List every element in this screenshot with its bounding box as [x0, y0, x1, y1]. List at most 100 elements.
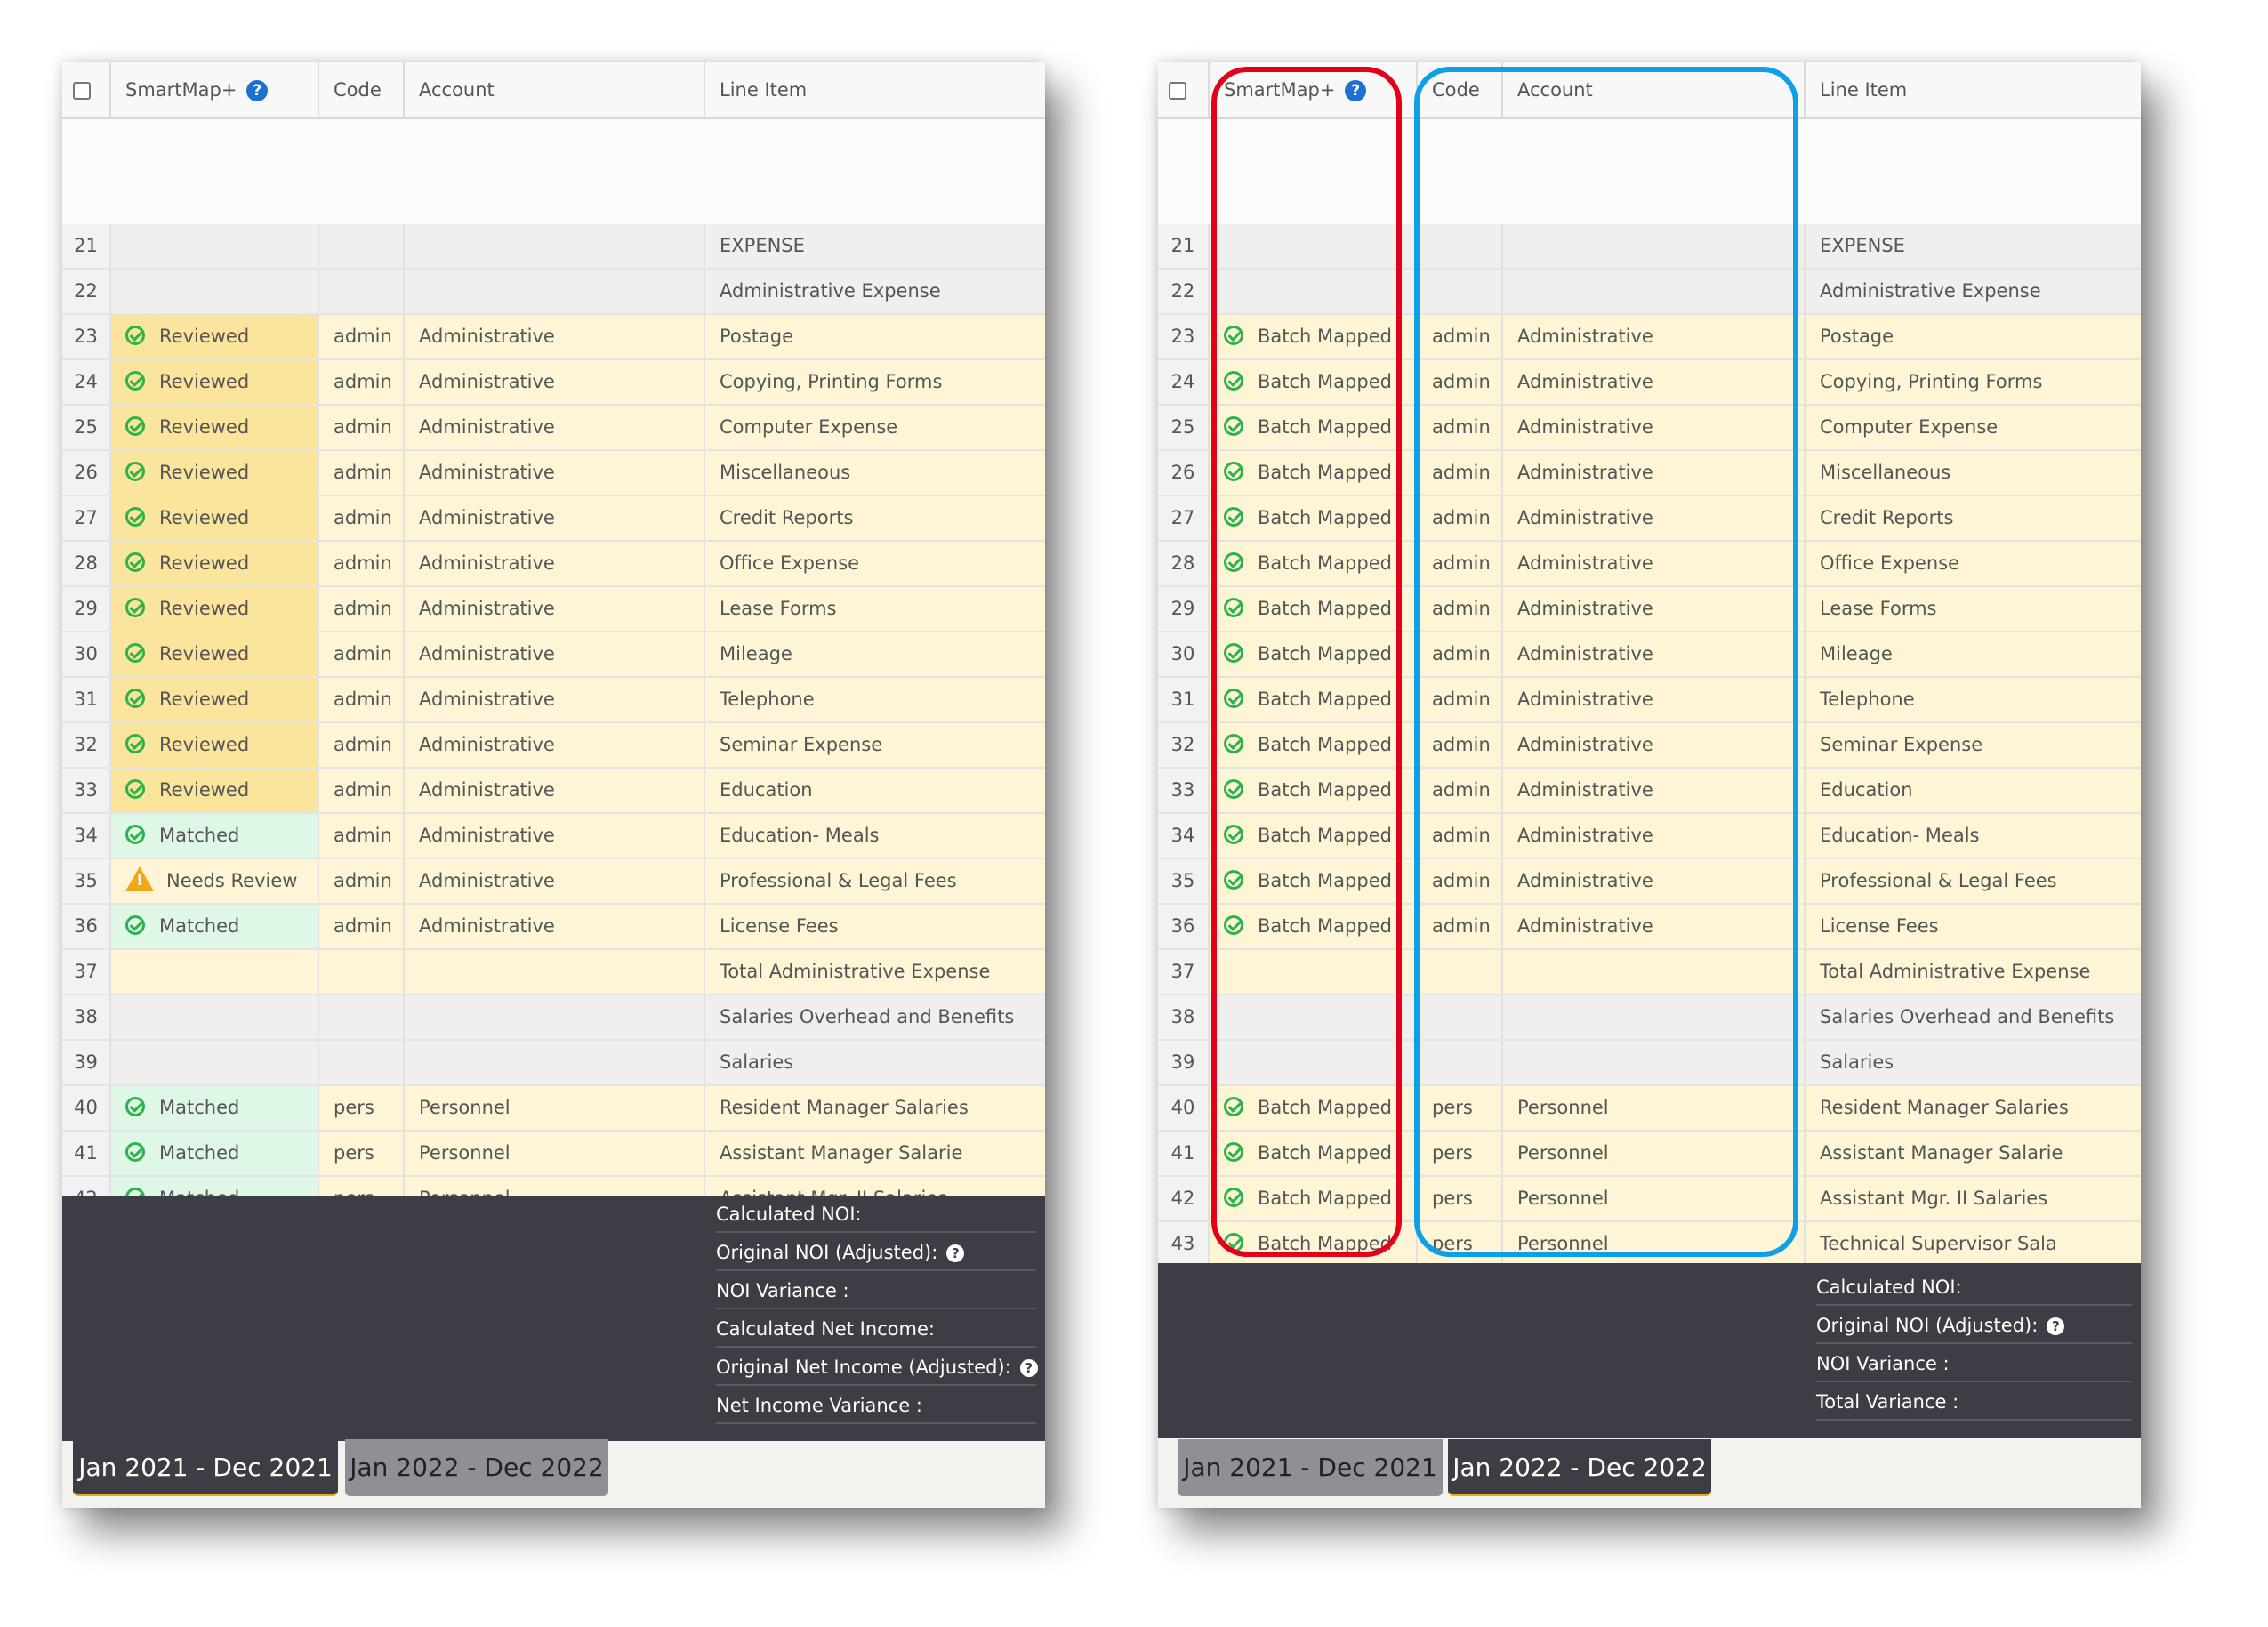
smartmap-status-cell[interactable]: Batch Mapped — [1210, 678, 1418, 721]
smartmap-status-cell[interactable]: Reviewed — [111, 406, 319, 449]
smartmap-status-cell[interactable]: Batch Mapped — [1210, 1177, 1418, 1220]
table-row[interactable]: 36 Matched admin Administrative License Fees — [62, 905, 1045, 950]
select-all-checkbox[interactable] — [73, 82, 91, 100]
smartmap-status-cell[interactable] — [111, 1041, 319, 1084]
table-row[interactable]: 37 Total Administrative Expense — [1158, 950, 2141, 995]
table-row[interactable]: 27 Reviewed admin Administrative Credit Repo… — [62, 496, 1045, 542]
table-row[interactable]: 28 Reviewed admin Administrative Office Expe… — [62, 542, 1045, 587]
header-line-item[interactable]: Line Item — [1806, 62, 2141, 117]
table-row[interactable]: 30 Reviewed admin Administrative Mileage — [62, 632, 1045, 678]
smartmap-status-cell[interactable] — [111, 950, 319, 994]
smartmap-status-cell[interactable]: Batch Mapped — [1210, 496, 1418, 540]
table-row[interactable]: 43 Batch Mapped pers Personnel Technical Sup… — [1158, 1222, 2141, 1268]
help-icon[interactable]: ? — [1019, 1359, 1038, 1377]
table-row[interactable]: 26 Batch Mapped admin Administrative Miscell… — [1158, 451, 2141, 496]
table-row[interactable]: 41 Batch Mapped pers Personnel Assistant Man… — [1158, 1132, 2141, 1177]
table-row[interactable]: 38 Salaries Overhead and Benefits — [62, 995, 1045, 1041]
table-row[interactable]: 34 Matched admin Administrative Education- M… — [62, 814, 1045, 859]
smartmap-status-cell[interactable] — [111, 995, 319, 1039]
help-icon[interactable]: ? — [1345, 80, 1367, 101]
smartmap-status-cell[interactable]: Batch Mapped — [1210, 360, 1418, 404]
smartmap-status-cell[interactable] — [1210, 224, 1418, 268]
table-row[interactable]: 41 Matched pers Personnel Assistant Manager … — [62, 1132, 1045, 1177]
table-row[interactable]: 29 Batch Mapped admin Administrative Lease F… — [1158, 587, 2141, 632]
table-row[interactable]: 27 Batch Mapped admin Administrative Credit … — [1158, 496, 2141, 542]
table-row[interactable]: 24 Reviewed admin Administrative Copying, Pr… — [62, 360, 1045, 406]
table-row[interactable]: 22 Administrative Expense — [1158, 270, 2141, 315]
smartmap-status-cell[interactable]: Batch Mapped — [1210, 814, 1418, 858]
smartmap-status-cell[interactable]: Reviewed — [111, 632, 319, 676]
smartmap-status-cell[interactable]: Batch Mapped — [1210, 1132, 1418, 1175]
header-line-item[interactable]: Line Item — [705, 62, 1045, 117]
tab-period-2021[interactable]: Jan 2021 - Dec 2021 — [1178, 1439, 1443, 1496]
table-row[interactable]: 33 Batch Mapped admin Administrative Educati… — [1158, 769, 2141, 814]
smartmap-status-cell[interactable]: Batch Mapped — [1210, 723, 1418, 767]
smartmap-status-cell[interactable]: Batch Mapped — [1210, 1222, 1418, 1266]
smartmap-status-cell[interactable] — [111, 270, 319, 313]
help-icon[interactable]: ? — [246, 80, 269, 101]
smartmap-status-cell[interactable] — [111, 224, 319, 268]
smartmap-status-cell[interactable]: Batch Mapped — [1210, 769, 1418, 812]
tab-period-2021[interactable]: Jan 2021 - Dec 2021 — [73, 1439, 338, 1496]
table-row[interactable]: 38 Salaries Overhead and Benefits — [1158, 995, 2141, 1041]
table-row[interactable]: 25 Batch Mapped admin Administrative Compute… — [1158, 406, 2141, 451]
header-smartmap[interactable]: SmartMap+ ? — [111, 62, 319, 117]
smartmap-status-cell[interactable]: Batch Mapped — [1210, 1086, 1418, 1130]
table-row[interactable]: 32 Reviewed admin Administrative Seminar Exp… — [62, 723, 1045, 769]
select-all-checkbox[interactable] — [1169, 82, 1186, 100]
smartmap-status-cell[interactable]: Batch Mapped — [1210, 406, 1418, 449]
smartmap-status-cell[interactable]: Reviewed — [111, 315, 319, 358]
smartmap-status-cell[interactable]: Matched — [111, 1132, 319, 1175]
smartmap-status-cell[interactable]: Batch Mapped — [1210, 315, 1418, 358]
header-code[interactable]: Code — [319, 62, 405, 117]
header-account[interactable]: Account — [405, 62, 705, 117]
help-icon[interactable]: ? — [2047, 1317, 2065, 1335]
table-row[interactable]: 22 Administrative Expense — [62, 270, 1045, 315]
tab-period-2022[interactable]: Jan 2022 - Dec 2022 — [345, 1439, 608, 1496]
table-row[interactable]: 21 EXPENSE — [1158, 224, 2141, 270]
smartmap-status-cell[interactable]: Matched — [111, 905, 319, 948]
smartmap-status-cell[interactable]: Reviewed — [111, 496, 319, 540]
table-row[interactable]: 33 Reviewed admin Administrative Education — [62, 769, 1045, 814]
smartmap-status-cell[interactable] — [1210, 995, 1418, 1039]
table-row[interactable]: 36 Batch Mapped admin Administrative License… — [1158, 905, 2141, 950]
header-smartmap[interactable]: SmartMap+ ? — [1210, 62, 1418, 117]
table-row[interactable]: 31 Reviewed admin Administrative Telephone — [62, 678, 1045, 723]
smartmap-status-cell[interactable]: Reviewed — [111, 678, 319, 721]
smartmap-status-cell[interactable] — [1210, 950, 1418, 994]
table-row[interactable]: 34 Batch Mapped admin Administrative Educati… — [1158, 814, 2141, 859]
smartmap-status-cell[interactable]: Reviewed — [111, 723, 319, 767]
table-row[interactable]: 39 Salaries — [62, 1041, 1045, 1086]
table-row[interactable]: 21 EXPENSE — [62, 224, 1045, 270]
smartmap-status-cell[interactable]: Reviewed — [111, 451, 319, 495]
table-row[interactable]: 35 Needs Review adminAdministrative Profess… — [62, 859, 1045, 905]
smartmap-status-cell[interactable]: Batch Mapped — [1210, 451, 1418, 495]
table-row[interactable]: 23 Batch Mapped admin Administrative Postage — [1158, 315, 2141, 360]
smartmap-status-cell[interactable]: Batch Mapped — [1210, 542, 1418, 585]
table-row[interactable]: 42 Batch Mapped pers Personnel Assistant Mgr… — [1158, 1177, 2141, 1222]
smartmap-status-cell[interactable]: Batch Mapped — [1210, 905, 1418, 948]
smartmap-status-cell[interactable]: Batch Mapped — [1210, 632, 1418, 676]
table-row[interactable]: 29 Reviewed admin Administrative Lease Forms — [62, 587, 1045, 632]
smartmap-status-cell[interactable]: Reviewed — [111, 587, 319, 631]
table-row[interactable]: 31 Batch Mapped admin Administrative Telepho… — [1158, 678, 2141, 723]
header-code[interactable]: Code — [1418, 62, 1503, 117]
table-row[interactable]: 26 Reviewed admin Administrative Miscellaneo… — [62, 451, 1045, 496]
table-row[interactable]: 40 Batch Mapped pers Personnel Resident Mana… — [1158, 1086, 2141, 1132]
table-row[interactable]: 40 Matched pers Personnel Resident Manager S… — [62, 1086, 1045, 1132]
help-icon[interactable]: ? — [946, 1244, 965, 1262]
smartmap-status-cell[interactable]: Batch Mapped — [1210, 587, 1418, 631]
table-row[interactable]: 25 Reviewed admin Administrative Computer Ex… — [62, 406, 1045, 451]
table-row[interactable]: 24 Batch Mapped admin Administrative Copying… — [1158, 360, 2141, 406]
smartmap-status-cell[interactable]: Batch Mapped — [1210, 859, 1418, 903]
smartmap-status-cell[interactable]: Reviewed — [111, 769, 319, 812]
table-row[interactable]: 23 Reviewed admin Administrative Postage — [62, 315, 1045, 360]
smartmap-status-cell[interactable]: Reviewed — [111, 360, 319, 404]
table-row[interactable]: 35 Batch Mapped admin Administrative Profess… — [1158, 859, 2141, 905]
smartmap-status-cell[interactable] — [1210, 1041, 1418, 1084]
smartmap-status-cell[interactable]: Reviewed — [111, 542, 319, 585]
smartmap-status-cell[interactable] — [1210, 270, 1418, 313]
header-account[interactable]: Account — [1503, 62, 1806, 117]
table-row[interactable]: 32 Batch Mapped admin Administrative Seminar… — [1158, 723, 2141, 769]
tab-period-2022[interactable]: Jan 2022 - Dec 2022 — [1448, 1439, 1711, 1496]
